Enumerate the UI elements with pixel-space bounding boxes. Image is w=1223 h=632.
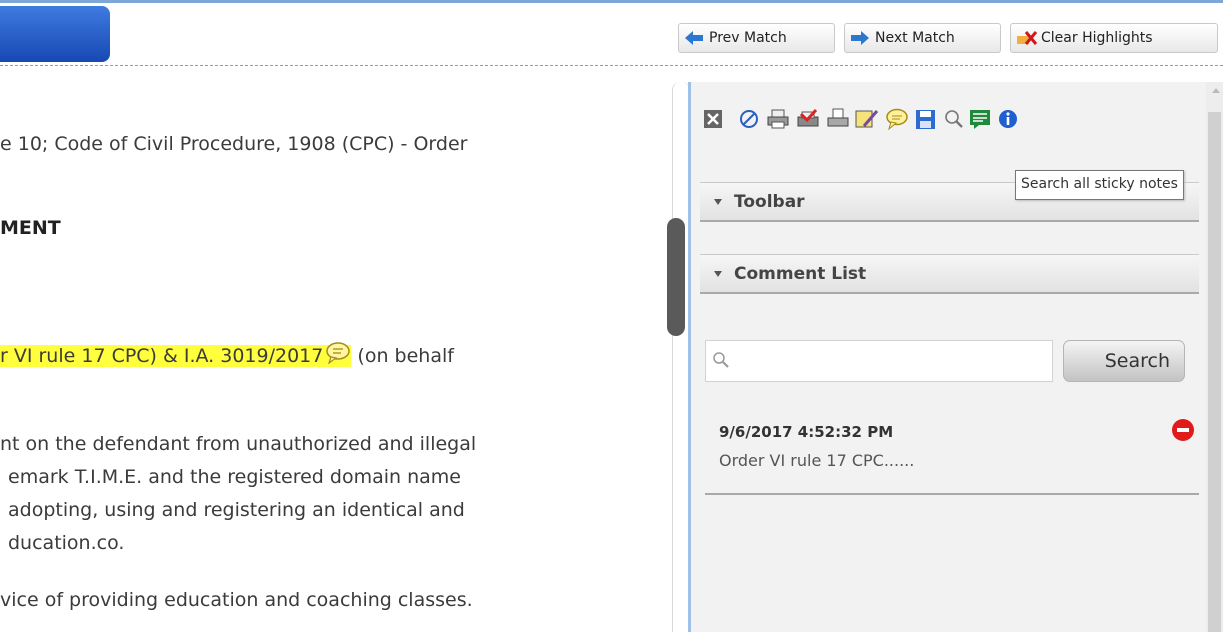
document-line: nt on the defendant from unauthorized an… <box>0 433 477 455</box>
comment-timestamp: 9/6/2017 4:52:32 PM <box>719 423 894 441</box>
highlighted-text: r VI rule 17 CPC) & I.A. 3019/2017 <box>0 345 324 367</box>
prev-match-label: Prev Match <box>709 30 787 46</box>
next-match-label: Next Match <box>875 30 955 46</box>
sign-icon[interactable] <box>797 108 819 130</box>
comment-icon[interactable] <box>885 108 908 131</box>
arrow-right-icon <box>851 31 869 45</box>
sticky-note-edit-icon[interactable] <box>855 108 879 130</box>
save-icon[interactable] <box>915 108 935 130</box>
document-line-highlighted: r VI rule 17 CPC) & I.A. 3019/2017 (on b… <box>0 342 454 368</box>
sticky-note-icon[interactable] <box>325 342 351 365</box>
document-line: e 10; Code of Civil Procedure, 1908 (CPC… <box>0 133 468 155</box>
tooltip: Search all sticky notes <box>1015 170 1184 200</box>
delete-comment-icon[interactable] <box>1172 419 1194 441</box>
document-line: emark T.I.M.E. and the registered domain… <box>8 466 461 488</box>
active-tab[interactable] <box>0 6 110 62</box>
document-text: (on behalf <box>351 345 454 367</box>
expand-triangle-icon <box>714 198 722 205</box>
next-match-button[interactable]: Next Match <box>844 23 1001 53</box>
annotation-icon-toolbar <box>691 82 1201 146</box>
comment-list-item[interactable]: 9/6/2017 4:52:32 PM Order VI rule 17 CPC… <box>705 415 1199 495</box>
panel-scrollbar-thumb[interactable] <box>1208 112 1221 632</box>
expand-triangle-icon <box>714 270 722 277</box>
comment-list-section-header[interactable]: Comment List <box>700 254 1199 294</box>
document-viewer: e 10; Code of Civil Procedure, 1908 (CPC… <box>0 66 668 632</box>
prev-match-button[interactable]: Prev Match <box>678 23 835 53</box>
search-icon <box>712 351 730 369</box>
document-scrollbar-thumb[interactable] <box>667 218 685 336</box>
document-line: vice of providing education and coaching… <box>0 589 473 611</box>
comment-text: Order VI rule 17 CPC...... <box>719 451 915 470</box>
top-bar: Prev Match Next Match Clear Highlights <box>0 0 1223 66</box>
search-sticky-notes-icon[interactable] <box>943 108 963 130</box>
document-line: ducation.co. <box>8 532 125 554</box>
document-line: adopting, using and registering an ident… <box>8 499 465 521</box>
cancel-icon[interactable] <box>739 108 759 130</box>
arrow-left-icon <box>685 31 703 45</box>
notes-list-icon[interactable] <box>969 108 990 130</box>
print-preview-icon[interactable] <box>827 108 849 130</box>
close-icon[interactable] <box>703 108 723 130</box>
clear-highlights-label: Clear Highlights <box>1041 30 1153 46</box>
comment-search-button[interactable]: Search <box>1063 340 1185 382</box>
eraser-icon <box>1017 31 1038 45</box>
toolbar-section-title: Toolbar <box>734 191 805 212</box>
info-icon[interactable] <box>997 108 1017 130</box>
clear-highlights-button[interactable]: Clear Highlights <box>1010 23 1218 53</box>
scroll-up-icon[interactable] <box>1212 88 1220 93</box>
comment-search-input[interactable] <box>705 340 1053 382</box>
document-heading: MENT <box>0 217 61 239</box>
print-icon[interactable] <box>767 108 789 130</box>
search-highlight: r VI rule 17 CPC) & I.A. 3019/2017 <box>0 342 352 367</box>
comment-list-section-title: Comment List <box>734 263 867 284</box>
